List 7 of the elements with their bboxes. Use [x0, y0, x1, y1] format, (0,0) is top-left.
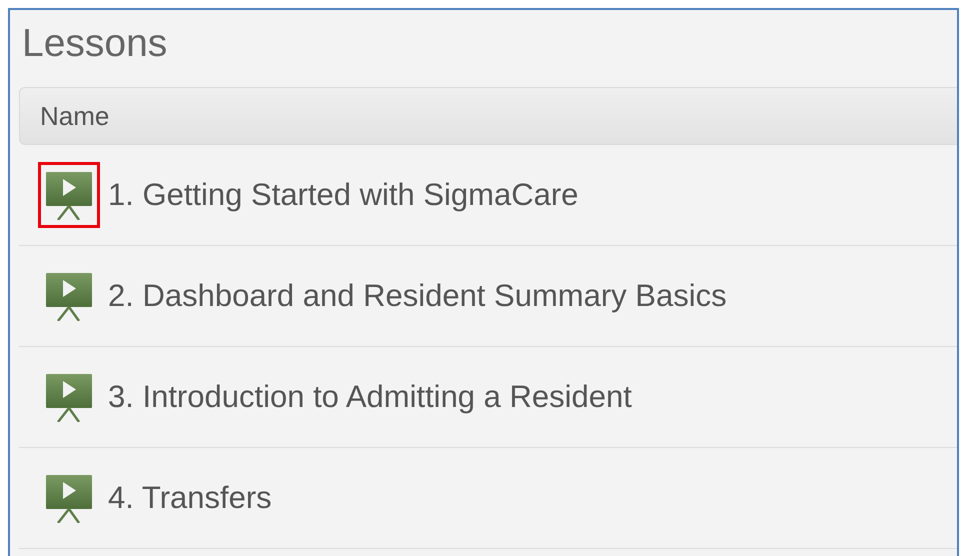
lesson-link[interactable]: 2. Dashboard and Resident Summary Basics [108, 278, 727, 314]
lesson-link[interactable]: 1. Getting Started with SigmaCare [108, 177, 578, 213]
lesson-link[interactable]: 3. Introduction to Admitting a Resident [108, 379, 632, 415]
panel-title: Lessons [21, 21, 168, 67]
presentation-icon[interactable] [38, 162, 100, 228]
column-header[interactable]: Name [20, 100, 110, 132]
lesson-link[interactable]: 4. Transfers [108, 480, 272, 516]
